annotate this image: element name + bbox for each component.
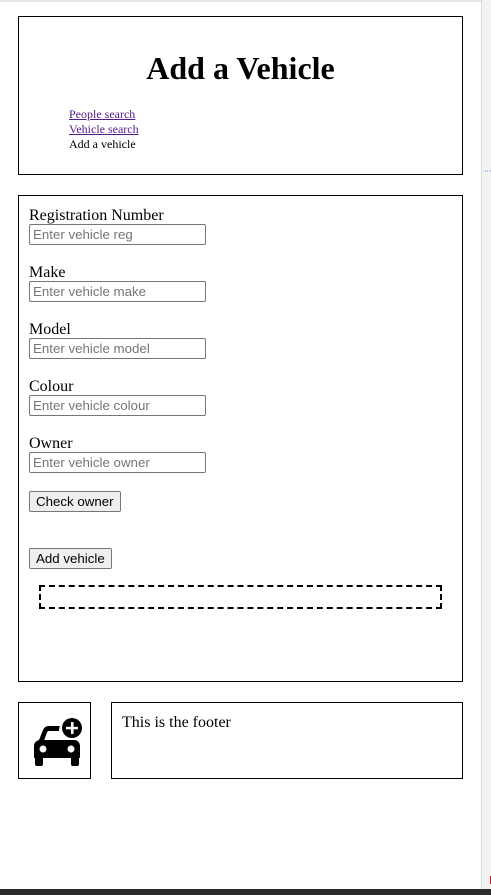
footer-text: This is the footer <box>122 714 231 731</box>
main-nav: People search Vehicle search Add a vehic… <box>69 107 139 152</box>
footer: This is the footer <box>111 702 463 779</box>
owner-input[interactable] <box>29 452 206 473</box>
nav-item-people-search: People search <box>69 107 139 122</box>
add-vehicle-form: Registration Number Make Model Colour Ow… <box>18 195 463 682</box>
model-input[interactable] <box>29 338 206 359</box>
make-label: Make <box>29 264 66 281</box>
nav-link-vehicle-search[interactable]: Vehicle search <box>69 122 139 136</box>
make-input[interactable] <box>29 281 206 302</box>
owner-label: Owner <box>29 435 73 452</box>
scrollbar-marker-icon: ··· <box>484 167 491 176</box>
check-owner-button[interactable]: Check owner <box>29 491 121 512</box>
reg-input[interactable] <box>29 224 206 245</box>
page-title: Add a Vehicle <box>146 50 335 86</box>
scrollbar[interactable]: ··· <box>481 0 491 895</box>
message-box <box>39 585 442 609</box>
car-plus-icon <box>34 718 82 766</box>
page-header: Add a Vehicle People search Vehicle sear… <box>18 16 463 175</box>
taskbar-edge <box>0 889 491 895</box>
reg-label: Registration Number <box>29 207 164 224</box>
nav-link-people-search[interactable]: People search <box>69 107 135 121</box>
footer-logo <box>18 702 91 779</box>
nav-item-vehicle-search: Vehicle search <box>69 122 139 137</box>
nav-item-add-vehicle-current: Add a vehicle <box>69 137 136 151</box>
colour-label: Colour <box>29 378 74 395</box>
add-vehicle-button[interactable]: Add vehicle <box>29 548 112 569</box>
colour-input[interactable] <box>29 395 206 416</box>
browser-top-edge <box>0 0 491 2</box>
model-label: Model <box>29 321 71 338</box>
